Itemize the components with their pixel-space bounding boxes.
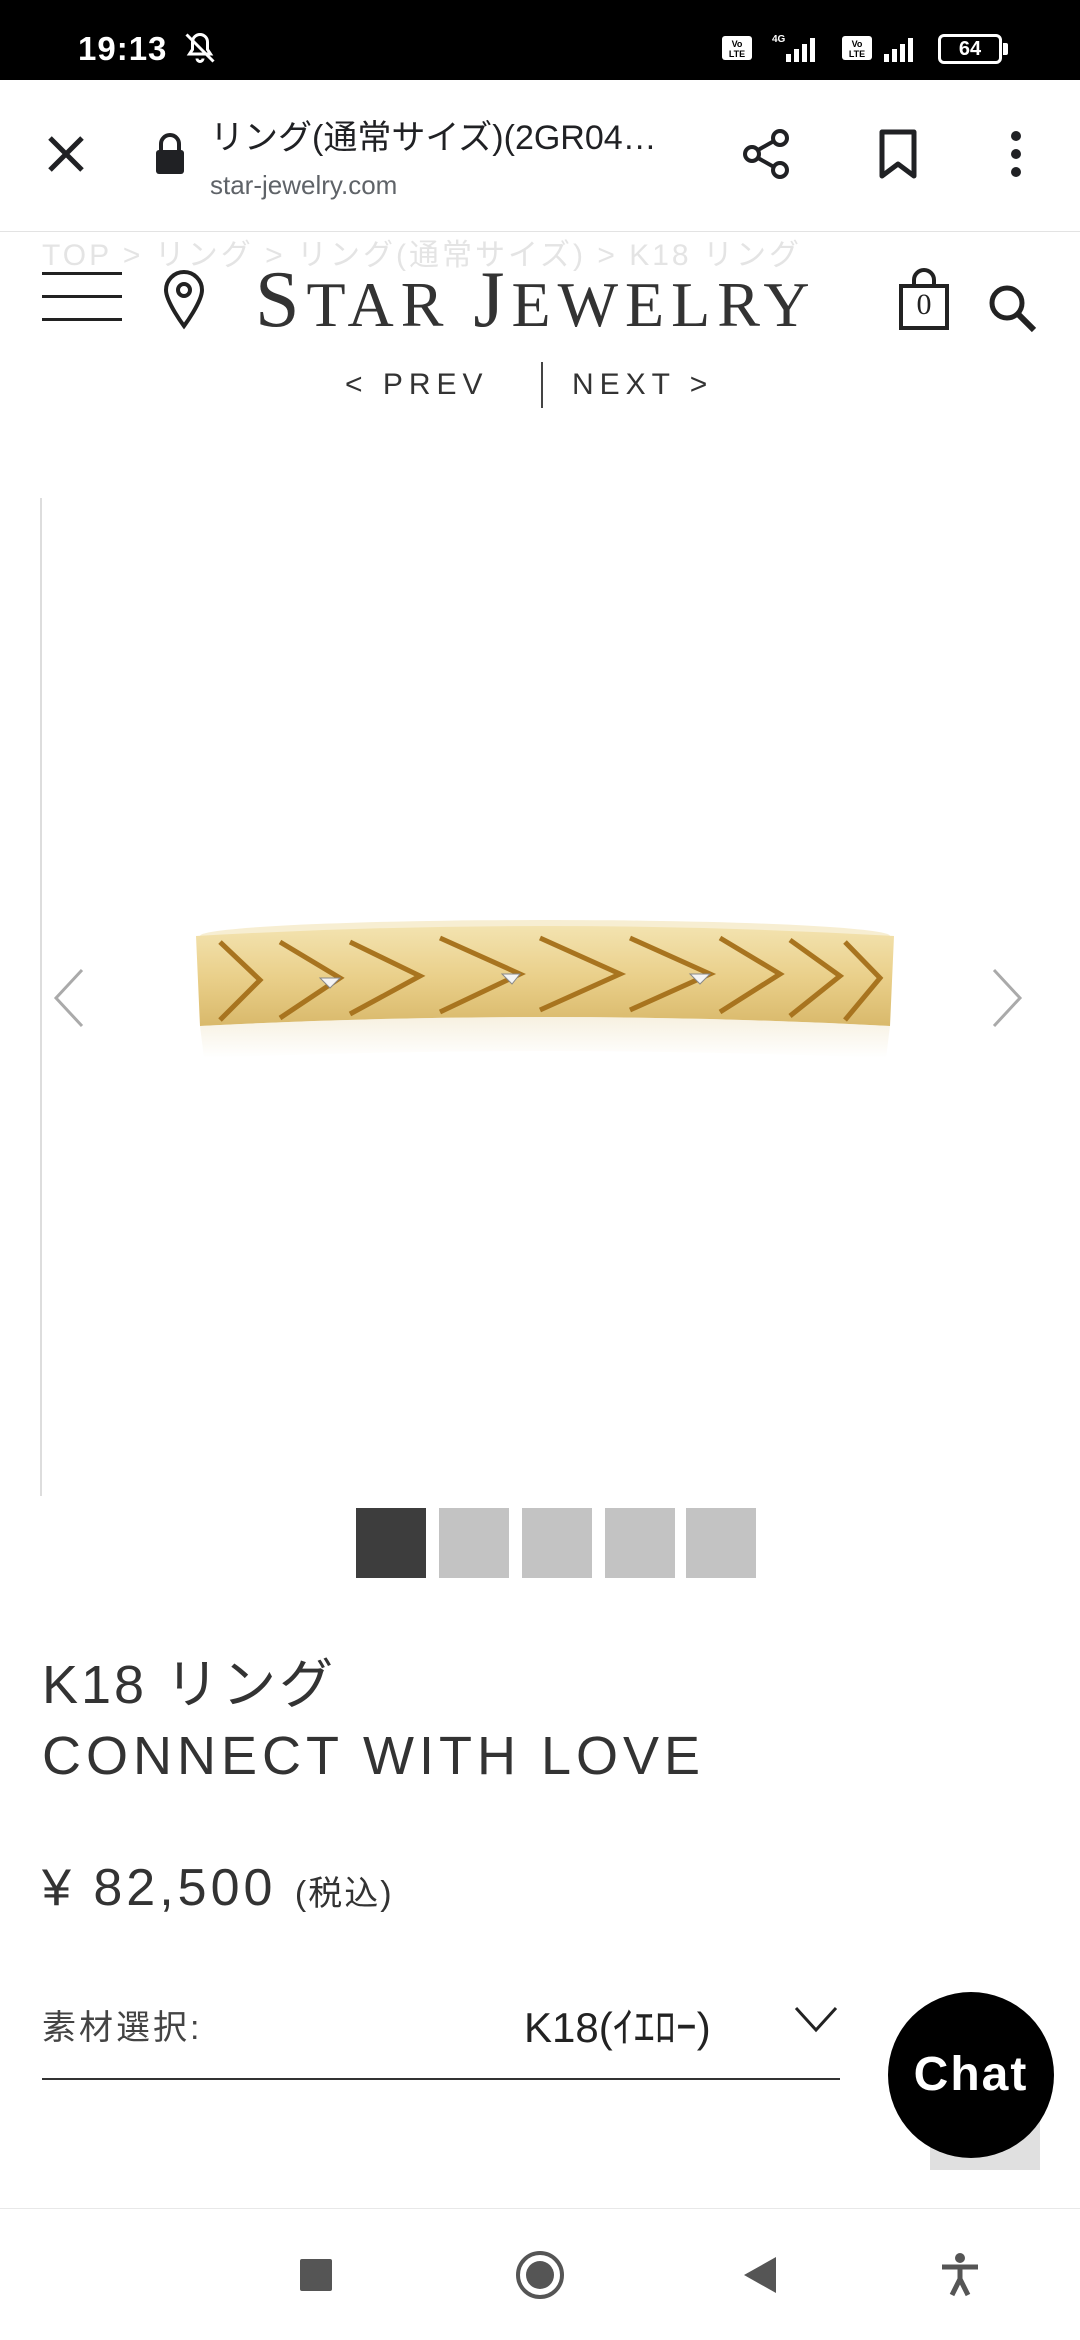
product-pager: < PREV NEXT > [0, 362, 1080, 412]
gallery-indicator-5[interactable] [686, 1508, 756, 1578]
more-vert-icon[interactable] [988, 126, 1044, 182]
next-link[interactable]: NEXT > [572, 368, 713, 402]
ring-image [196, 920, 894, 1058]
recents-icon[interactable] [290, 2249, 342, 2301]
close-icon[interactable] [42, 130, 90, 178]
clock: 19:13 [78, 30, 168, 67]
svg-text:Vo: Vo [852, 39, 863, 49]
gallery-prev-arrow-icon[interactable] [50, 966, 90, 1030]
cell-signal-icon [884, 38, 913, 62]
gallery-indicator-3[interactable] [522, 1508, 592, 1578]
status-bar: 19:13 Vo LTE 4G Vo LTE 64 [0, 0, 1080, 80]
site-header: STAR JEWELRY 0 [0, 260, 1080, 340]
cart-count: 0 [916, 288, 932, 321]
cell-signal-4g-icon: 4G [772, 34, 815, 62]
logo-j: J [473, 256, 512, 344]
svg-text:LTE: LTE [849, 49, 865, 59]
logo-ewelry: EWELRY [511, 269, 817, 340]
product-price: ¥ 82,500 (税込) [42, 1858, 394, 1918]
battery-indicator: 64 [938, 34, 1002, 64]
volte-icon: Vo LTE [722, 36, 752, 60]
star-jewelry-logo[interactable]: STAR JEWELRY [255, 260, 817, 345]
gallery-indicator-1[interactable] [356, 1508, 426, 1578]
accessibility-icon[interactable] [934, 2249, 986, 2301]
material-select[interactable]: 素材選択: K18(ｲｴﾛｰ) [42, 1990, 840, 2080]
logo-tar: TAR [306, 269, 474, 340]
svg-text:4G: 4G [772, 34, 786, 45]
product-name: K18 リング [42, 1655, 337, 1715]
search-icon[interactable] [986, 282, 1038, 334]
gallery-indicator-2[interactable] [439, 1508, 509, 1578]
chat-button[interactable]: Chat [888, 1992, 1054, 2158]
lock-icon[interactable] [152, 132, 188, 176]
product-subtitle: CONNECT WITH LOVE [42, 1726, 706, 1786]
home-icon[interactable] [514, 2249, 566, 2301]
battery-tip [1003, 43, 1008, 55]
prev-link[interactable]: < PREV [345, 368, 489, 402]
location-pin-icon[interactable] [160, 268, 208, 330]
back-icon[interactable] [736, 2249, 788, 2301]
bell-off-icon [185, 32, 215, 63]
svg-text:Vo: Vo [732, 39, 743, 49]
chevron-down-icon[interactable] [794, 2004, 838, 2034]
logo-s: S [255, 256, 307, 344]
system-nav-bar [0, 2208, 1080, 2340]
gallery-next-arrow-icon[interactable] [986, 966, 1026, 1030]
page-title[interactable]: リング(通常サイズ)(2GR04… [210, 110, 680, 159]
material-select-label: 素材選択: [42, 2009, 203, 2047]
gallery-edge [40, 498, 42, 1496]
svg-text:LTE: LTE [729, 49, 745, 59]
menu-icon[interactable] [42, 272, 122, 322]
tax-note: (税込) [294, 1875, 394, 1913]
pager-divider [541, 362, 543, 408]
browser-toolbar: リング(通常サイズ)(2GR04… star-jewelry.com [0, 80, 1080, 232]
bookmark-icon[interactable] [870, 126, 926, 182]
gallery-indicator-4[interactable] [605, 1508, 675, 1578]
material-select-value[interactable]: K18(ｲｴﾛｰ) [524, 1994, 711, 2055]
product-gallery[interactable] [0, 498, 1080, 1498]
page-url[interactable]: star-jewelry.com [210, 170, 397, 201]
volte-icon: Vo LTE [842, 36, 872, 60]
price-value: ¥ 82,500 [42, 1859, 277, 1917]
share-icon[interactable] [738, 126, 794, 182]
